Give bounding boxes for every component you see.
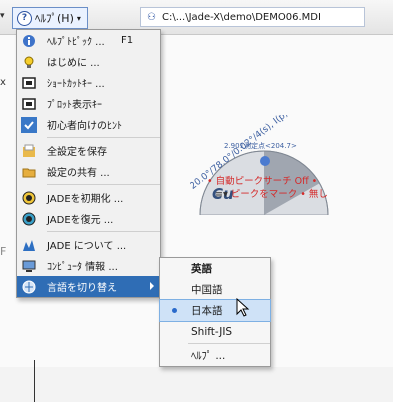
shortcut-f1: F1 bbox=[121, 35, 134, 46]
menu-share-settings[interactable]: 設定の共有 ... bbox=[17, 161, 160, 182]
menu-computer-info[interactable]: ｺﾝﾋﾟｭｰﾀ 情報 ... bbox=[17, 255, 160, 276]
menu-help-topics[interactable]: ﾍﾙﾌﾟﾄﾋﾟｯｸ ... F1 bbox=[17, 30, 160, 51]
help-menu-button[interactable]: ? ﾍﾙﾌﾟ(H) ▾ bbox=[12, 7, 88, 29]
language-icon bbox=[21, 279, 37, 295]
side-label-x: x bbox=[0, 77, 6, 88]
menu-plot-display-keys[interactable]: ﾌﾟﾛｯﾄ表示ｷｰ bbox=[17, 93, 160, 114]
help-menu: ﾍﾙﾌﾟﾄﾋﾟｯｸ ... F1 はじめに ... ｼｮｰﾄｶｯﾄｷｰ ... … bbox=[16, 29, 161, 298]
keyboard-icon bbox=[21, 75, 37, 91]
dial-mid-text: 2.901測定点<204.7> bbox=[224, 141, 297, 150]
menu-separator bbox=[47, 231, 160, 232]
bulb-icon bbox=[21, 54, 37, 70]
chart-icon bbox=[21, 237, 37, 253]
reset-icon bbox=[21, 190, 37, 206]
menu-about-jade[interactable]: JADE について ... bbox=[17, 234, 160, 255]
submenu-arrow-icon bbox=[150, 282, 154, 290]
menu-separator bbox=[47, 137, 160, 138]
mouse-cursor-icon bbox=[236, 298, 250, 317]
save-icon bbox=[21, 143, 37, 159]
submenu-item-help[interactable]: ﾍﾙﾌﾟ ... bbox=[160, 345, 270, 366]
restore-icon bbox=[21, 211, 37, 227]
menu-separator bbox=[47, 184, 160, 185]
users-icon: ⚇ bbox=[147, 11, 156, 23]
keyboard-icon bbox=[21, 96, 37, 112]
auto-peak-status: • 自動ピークサーチ Off • bbox=[207, 176, 318, 187]
check-icon bbox=[21, 116, 37, 133]
plot-axis-line bbox=[34, 360, 35, 402]
selected-radio-icon bbox=[172, 308, 177, 313]
file-path-text: C:\...\Jade-X\demo\DEMO06.MDI bbox=[161, 11, 321, 23]
submenu-item-chinese[interactable]: 中国語 bbox=[160, 279, 270, 300]
folder-icon bbox=[21, 164, 37, 180]
chevron-down-icon: ▾ bbox=[76, 13, 81, 23]
computer-icon bbox=[21, 258, 37, 274]
file-path-bar: ⚇ C:\...\Jade-X\demo\DEMO06.MDI bbox=[140, 7, 365, 27]
menu-beginner-hints[interactable]: 初心者向けのﾋﾝﾄ bbox=[17, 114, 160, 135]
help-icon: ? bbox=[17, 10, 32, 26]
toolbar-dropdown-icon[interactable]: ▾ bbox=[0, 11, 6, 21]
submenu-separator bbox=[188, 343, 270, 344]
menu-restore-jade[interactable]: JADEを復元 ... bbox=[17, 208, 160, 229]
submenu-item-japanese[interactable]: 日本語 bbox=[159, 299, 271, 322]
menu-shortcut-keys[interactable]: ｼｮｰﾄｶｯﾄｷｰ ... bbox=[17, 72, 160, 93]
submenu-item-english[interactable]: 英語 bbox=[160, 258, 270, 279]
menu-save-all-settings[interactable]: 全設定を保存 bbox=[17, 140, 160, 161]
side-label-kanji: F bbox=[0, 245, 7, 258]
menu-initialize-jade[interactable]: JADEを初期化 ... bbox=[17, 187, 160, 208]
submenu-item-shift-jis[interactable]: Shift-JIS bbox=[160, 321, 270, 342]
info-icon bbox=[21, 33, 37, 49]
menu-switch-language[interactable]: 言語を切り替え bbox=[17, 276, 160, 297]
help-menu-label: ﾍﾙﾌﾟ(H) bbox=[35, 12, 74, 25]
peak-mark-status: ≡▾ ピークをマーク • 無し bbox=[215, 189, 328, 200]
language-submenu: 英語 中国語 日本語 Shift-JIS ﾍﾙﾌﾟ ... bbox=[159, 257, 271, 367]
info-icon bbox=[260, 156, 270, 166]
menu-getting-started[interactable]: はじめに ... bbox=[17, 51, 160, 72]
